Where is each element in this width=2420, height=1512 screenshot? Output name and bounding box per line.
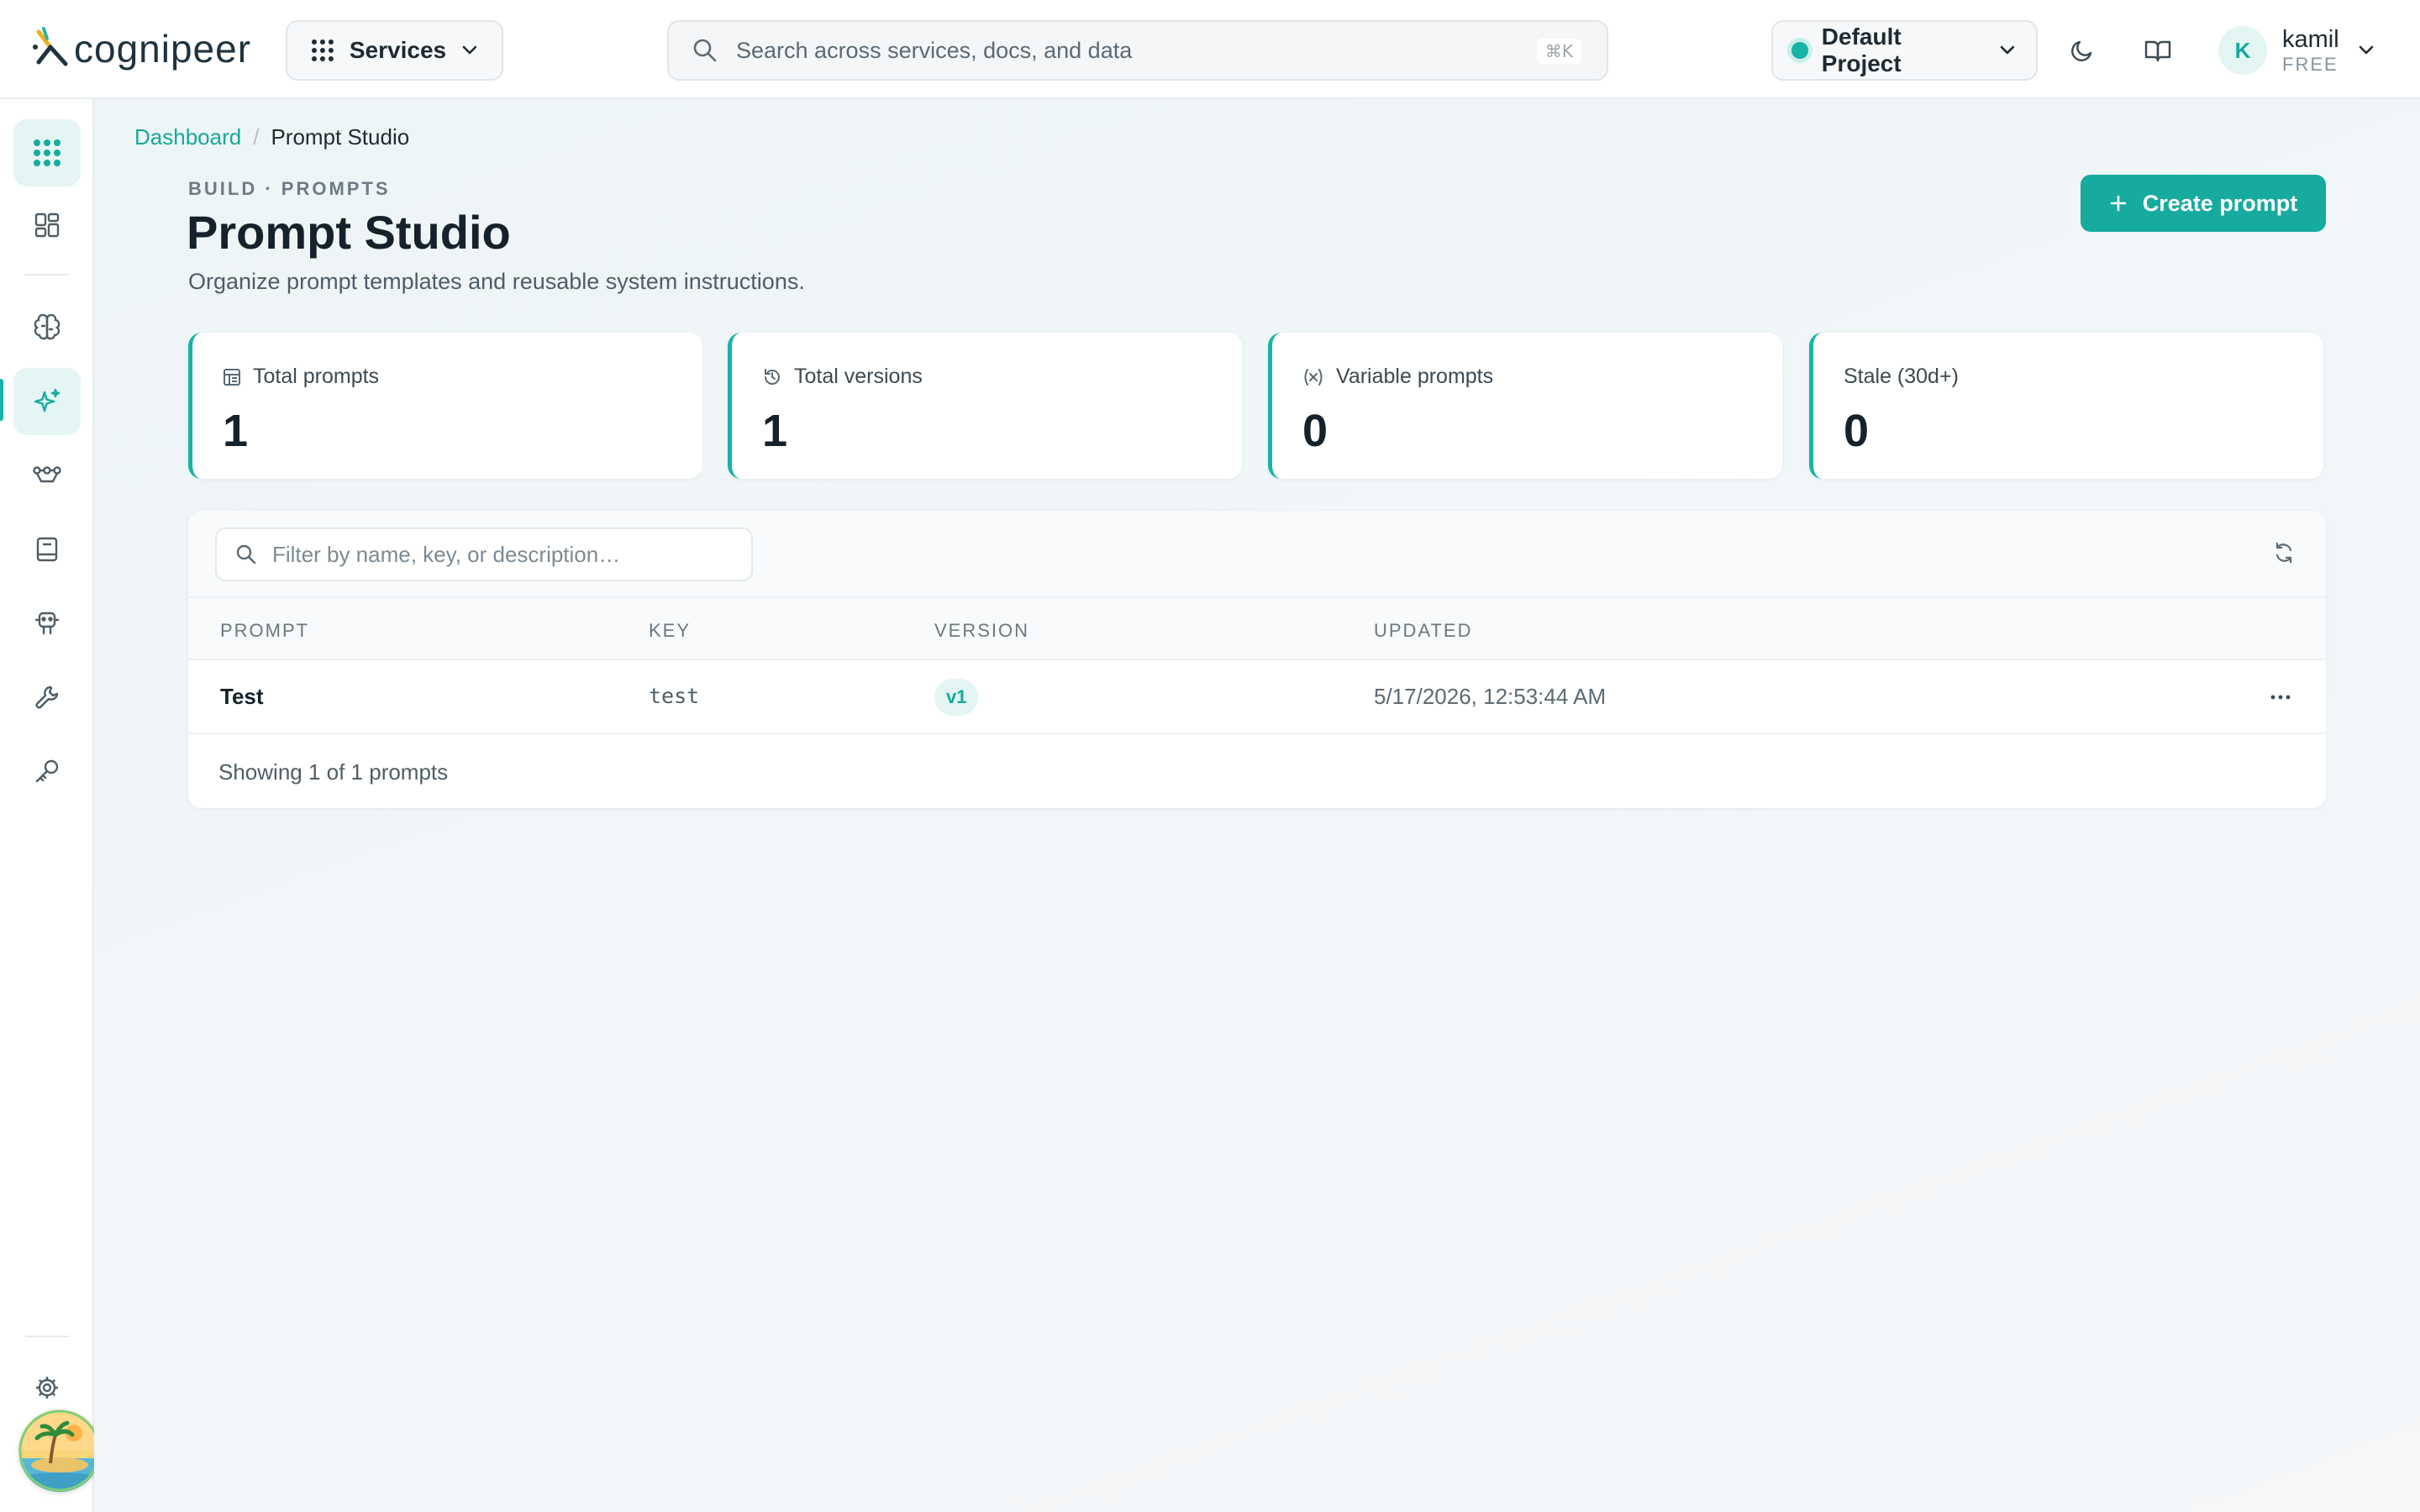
user-menu[interactable]: K kamil FREE <box>2218 20 2375 81</box>
gear-icon <box>36 1377 58 1399</box>
sparkles-icon <box>34 388 60 412</box>
stat-card-stale: Stale (30d+) 0 <box>1809 333 2323 479</box>
stat-label: Stale (30d+) <box>1844 365 1959 388</box>
stat-card-variable-prompts: Variable prompts 0 <box>1268 333 1782 479</box>
stat-card-total-versions: Total versions 1 <box>728 333 1242 479</box>
sidebar-divider <box>25 1336 69 1337</box>
column-header-updated[interactable]: UPDATED <box>1374 620 1473 642</box>
sidebar-divider <box>25 274 69 276</box>
updated-timestamp: 5/17/2026, 12:53:44 AM <box>1374 684 1607 709</box>
chevron-down-icon <box>2359 45 2373 55</box>
book-open-icon <box>2144 40 2171 62</box>
sidebar-item-prompt-studio[interactable] <box>13 368 81 435</box>
breadcrumb: Dashboard / Prompt Studio <box>134 124 409 150</box>
column-header-key[interactable]: KEY <box>649 620 691 642</box>
prompts-table-card: Filter by name, key, or description… PRO… <box>188 511 2326 808</box>
sidebar-item-knowledge[interactable] <box>13 516 81 583</box>
stat-value: 0 <box>1302 406 1328 456</box>
sidebar-item-services[interactable] <box>13 119 81 186</box>
page-eyebrow: BUILD · PROMPTS <box>188 178 391 199</box>
theme-toggle-button[interactable] <box>2062 30 2102 71</box>
docs-button[interactable] <box>2138 30 2178 71</box>
project-label: Default Project <box>1821 24 1902 76</box>
search-placeholder: Search across services, docs, and data <box>736 37 1133 63</box>
search-icon <box>236 544 256 564</box>
island-avatar-icon <box>18 1410 101 1492</box>
stat-value: 1 <box>223 406 249 456</box>
column-header-version[interactable]: VERSION <box>934 620 1029 642</box>
stat-label: Total prompts <box>253 365 380 388</box>
breadcrumb-dashboard-link[interactable]: Dashboard <box>134 124 241 150</box>
global-search-input[interactable]: Search across services, docs, and data ⌘… <box>667 20 1608 81</box>
top-bar: cognipeer Services Search across service… <box>0 0 2420 99</box>
grid-dots-icon <box>311 39 334 61</box>
user-plan-badge: FREE <box>2282 54 2338 76</box>
user-profile-avatar[interactable] <box>18 1410 101 1492</box>
filter-placeholder: Filter by name, key, or description… <box>272 541 621 567</box>
breadcrumb-separator: / <box>253 124 260 150</box>
stat-value: 1 <box>762 406 788 456</box>
sidebar-item-models[interactable] <box>13 294 81 361</box>
active-indicator <box>0 379 3 421</box>
more-horizontal-icon <box>2270 695 2291 700</box>
user-name: kamil <box>2282 25 2339 53</box>
services-button[interactable]: Services <box>286 20 503 81</box>
sidebar-item-flows[interactable] <box>13 442 81 509</box>
row-actions-button[interactable] <box>2269 685 2292 709</box>
column-header-prompt[interactable]: PROMPT <box>220 620 309 642</box>
chevron-down-icon <box>462 45 477 55</box>
version-badge: v1 <box>934 679 979 716</box>
stat-card-total-prompts: Total prompts 1 <box>188 333 702 479</box>
dashboard-icon <box>34 213 60 238</box>
wrench-icon <box>35 685 59 709</box>
sidebar <box>0 99 101 1512</box>
prompt-name[interactable]: Test <box>220 684 264 710</box>
variable-icon <box>1304 368 1323 386</box>
project-status-dot <box>1791 42 1808 59</box>
key-icon <box>35 759 59 783</box>
table-footer-count: Showing 1 of 1 prompts <box>218 759 449 785</box>
sidebar-item-tools[interactable] <box>13 664 81 731</box>
breadcrumb-current: Prompt Studio <box>271 124 410 150</box>
refresh-icon <box>2275 542 2292 564</box>
sidebar-item-agents[interactable] <box>13 590 81 657</box>
sidebar-item-dashboard[interactable] <box>13 192 81 259</box>
brain-icon <box>34 314 60 340</box>
refresh-button[interactable] <box>2272 541 2296 564</box>
page-title: Prompt Studio <box>187 206 511 259</box>
sidebar-item-api-keys[interactable] <box>13 738 81 805</box>
history-icon <box>765 368 780 385</box>
robot-icon <box>34 612 60 635</box>
create-prompt-button[interactable]: Create prompt <box>2081 175 2326 232</box>
search-shortcut-badge: ⌘K <box>1536 39 1581 64</box>
filter-input[interactable]: Filter by name, key, or description… <box>215 528 753 581</box>
stat-label: Total versions <box>794 365 923 388</box>
stat-label: Variable prompts <box>1336 365 1494 388</box>
page-subtitle: Organize prompt templates and reusable s… <box>188 269 805 294</box>
list-icon <box>224 368 240 386</box>
logo-text: cognipeer <box>74 27 252 71</box>
create-prompt-label: Create prompt <box>2142 190 2298 216</box>
logo[interactable]: cognipeer <box>32 22 251 76</box>
filter-bar: Filter by name, key, or description… <box>188 511 2326 598</box>
main-content: Dashboard / Prompt Studio BUILD · PROMPT… <box>94 99 2420 1512</box>
services-label: Services <box>349 37 447 63</box>
avatar: K <box>2218 26 2267 75</box>
grid-dots-icon <box>34 139 60 166</box>
moon-icon <box>2071 40 2092 61</box>
plus-icon <box>2110 195 2127 212</box>
table-header: PROMPT KEY VERSION UPDATED <box>188 598 2326 660</box>
logo-mark-icon <box>33 27 68 66</box>
stat-value: 0 <box>1844 406 1870 456</box>
chevron-down-icon <box>2000 45 2015 55</box>
project-selector[interactable]: Default Project <box>1771 20 2038 81</box>
prompt-key: test <box>649 684 700 708</box>
workflow-icon <box>33 466 61 483</box>
search-icon <box>693 39 717 62</box>
notebook-icon <box>36 537 58 562</box>
table-row[interactable]: Test test v1 5/17/2026, 12:53:44 AM <box>188 660 2326 734</box>
